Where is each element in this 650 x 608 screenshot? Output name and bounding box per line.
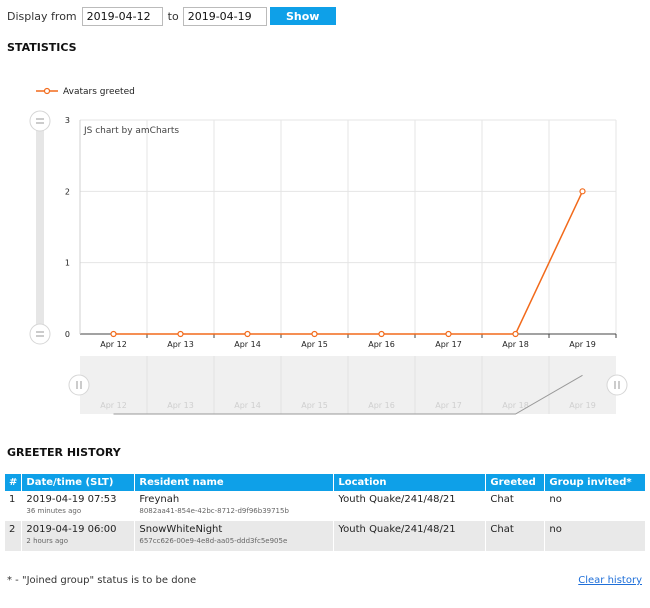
- show-button[interactable]: Show: [269, 7, 336, 25]
- data-point: [445, 330, 452, 338]
- horizontal-scroll-handle-right[interactable]: [606, 374, 628, 396]
- x-tick-label: Apr 16: [368, 340, 395, 349]
- column-header-number: #: [5, 474, 23, 491]
- row-number: 2: [5, 521, 23, 551]
- statistics-heading: STATISTICS: [7, 41, 77, 54]
- vertical-scroll-handle-bottom[interactable]: [29, 323, 51, 345]
- row-resident: SnowWhiteNight 657cc626-00e9-4e8d-aa05-dd…: [134, 521, 335, 551]
- to-label: to: [167, 9, 179, 23]
- time-ago: 36 minutes ago: [26, 507, 82, 515]
- row-greeted: Chat: [485, 491, 546, 521]
- data-point: [311, 330, 318, 338]
- row-datetime: 2019-04-19 07:53 36 minutes ago: [21, 491, 136, 521]
- data-point: [579, 188, 586, 195]
- date-to-input[interactable]: [182, 6, 267, 26]
- x-tick-label: Apr 15: [301, 340, 328, 349]
- table-row: 1 2019-04-19 07:53 36 minutes ago Freynah…: [5, 491, 646, 521]
- row-group-invited: no: [544, 521, 646, 551]
- y-tick-label: 2: [65, 187, 70, 196]
- datetime-value: 2019-04-19 06:00: [26, 524, 117, 535]
- data-point: [378, 330, 385, 338]
- scroll-tick-label: Apr 19: [569, 401, 596, 410]
- row-group-invited: no: [544, 491, 646, 521]
- legend-label: Avatars greeted: [63, 87, 135, 97]
- clear-history-link[interactable]: Clear history: [578, 575, 642, 586]
- x-tick-label: Apr 17: [435, 340, 462, 349]
- column-header-group-invited: Group invited*: [544, 474, 646, 491]
- footnote: * - "Joined group" status is to be done: [7, 575, 197, 586]
- scroll-tick-label: Apr 15: [301, 401, 328, 410]
- resident-uuid: 8082aa41-854e-42bc-8712-d9f96b39715b: [139, 507, 289, 515]
- data-point: [512, 330, 519, 338]
- scroll-tick-label: Apr 12: [100, 401, 127, 410]
- data-point: [110, 330, 117, 338]
- column-header-datetime: Date/time (SLT): [21, 474, 136, 491]
- x-tick-label: Apr 18: [502, 340, 529, 349]
- vertical-scroll-handle-top[interactable]: [29, 110, 51, 132]
- row-number: 1: [5, 491, 23, 521]
- data-point: [177, 330, 184, 338]
- amcharts-watermark[interactable]: JS chart by amCharts: [83, 126, 179, 136]
- column-header-greeted: Greeted: [485, 474, 546, 491]
- scroll-tick-label: Apr 14: [234, 401, 261, 410]
- x-tick-label: Apr 12: [100, 340, 127, 349]
- column-header-resident-name: Resident name: [134, 474, 335, 491]
- time-ago: 2 hours ago: [26, 537, 68, 545]
- x-tick-label: Apr 13: [167, 340, 194, 349]
- y-tick-label: 3: [65, 116, 70, 125]
- row-location: Youth Quake/241/48/21: [333, 521, 487, 551]
- resident-uuid: 657cc626-00e9-4e8d-aa05-ddd3fc5e905e: [139, 537, 288, 545]
- vertical-scrollbar[interactable]: [29, 110, 51, 345]
- chart-legend[interactable]: Avatars greeted: [36, 87, 135, 97]
- display-from-label: Display from: [7, 9, 77, 23]
- axis-labels: 0 1 2 3 Apr 12 Apr 13 Apr 14 Apr 15 Apr 16 Apr 17…: [65, 116, 596, 349]
- statistics-chart: Avatars greeted 0123Apr 12 Apr 13 Apr 14 Ap…: [29, 87, 628, 415]
- row-location: Youth Quake/241/48/21: [333, 491, 487, 521]
- y-tick-label: 0: [65, 330, 70, 339]
- y-tick-label: 1: [65, 259, 70, 268]
- table-header-row: # Date/time (SLT) Resident name Location…: [5, 474, 646, 491]
- row-datetime: 2019-04-19 06:00 2 hours ago: [21, 521, 136, 551]
- column-header-location: Location: [333, 474, 487, 491]
- date-filter: Display from to Show: [7, 6, 336, 26]
- row-greeted: Chat: [485, 521, 546, 551]
- legend-point-marker: [43, 87, 51, 95]
- date-from-input[interactable]: [81, 6, 163, 26]
- datetime-value: 2019-04-19 07:53: [26, 494, 117, 505]
- table-row: 2 2019-04-19 06:00 2 hours ago SnowWhiteN…: [5, 521, 646, 551]
- vertical-scrollbar-track[interactable]: [36, 122, 44, 334]
- horizontal-scrollbar[interactable]: Apr 12 Apr 13 Apr 14 Apr 15 Apr 16 Apr 17 Apr …: [68, 356, 628, 415]
- x-tick-label: Apr 19: [569, 340, 596, 349]
- scroll-tick-label: Apr 13: [167, 401, 194, 410]
- horizontal-scroll-handle-left[interactable]: [68, 374, 90, 396]
- plot-grid: [79, 119, 617, 338]
- x-tick-label: Apr 14: [234, 340, 261, 349]
- scroll-tick-label: Apr 16: [368, 401, 395, 410]
- greeter-history-table: # Date/time (SLT) Resident name Location…: [5, 474, 646, 551]
- greeter-history-heading: GREETER HISTORY: [7, 446, 121, 459]
- resident-name: SnowWhiteNight: [139, 524, 223, 535]
- resident-name: Freynah: [139, 494, 180, 505]
- data-point: [244, 330, 251, 338]
- row-resident: Freynah 8082aa41-854e-42bc-8712-d9f96b397…: [134, 491, 335, 521]
- scroll-tick-label: Apr 17: [435, 401, 462, 410]
